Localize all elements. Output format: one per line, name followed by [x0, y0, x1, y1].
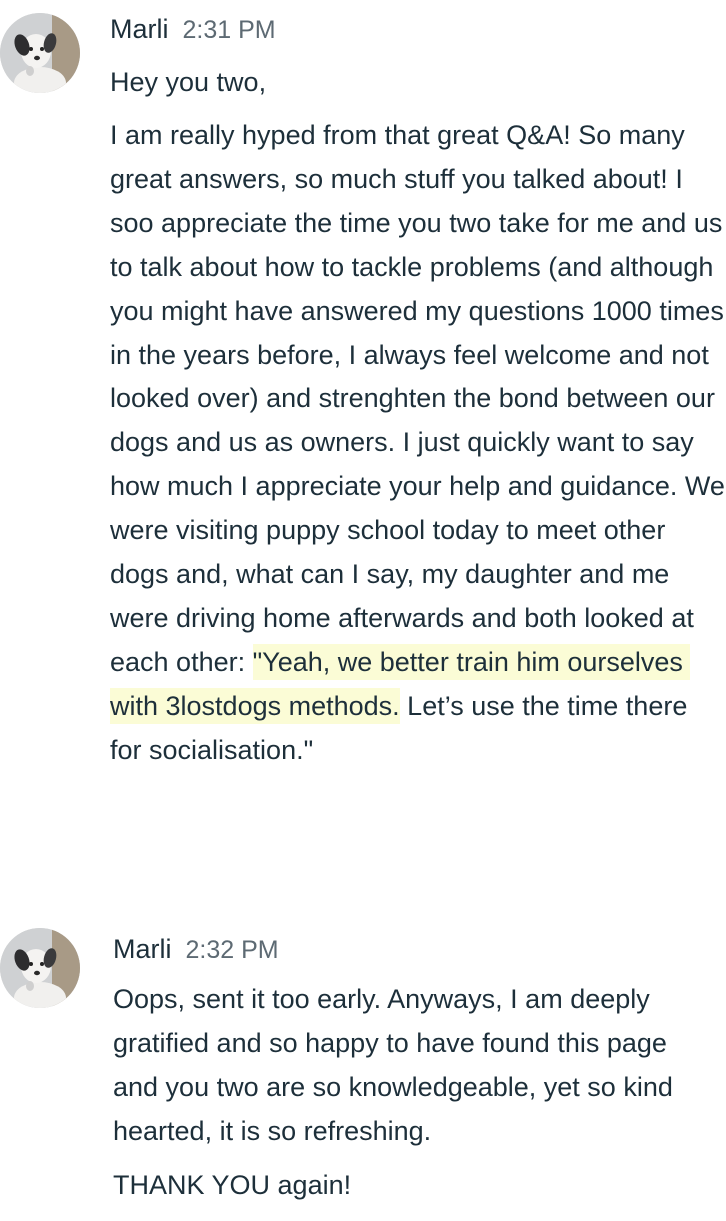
timestamp[interactable]: 2:31 PM: [183, 16, 276, 45]
message-paragraph: Oops, sent it too early. Anyways, I am d…: [113, 984, 681, 1146]
message-header: Marli 2:32 PM: [113, 934, 279, 974]
message-text: I am really hyped from that great Q&A! S…: [110, 120, 725, 677]
message-header: Marli 2:31 PM: [110, 14, 276, 54]
puppy-avatar[interactable]: [0, 928, 80, 1008]
puppy-avatar[interactable]: [0, 13, 80, 93]
puppy-avatar-image: [0, 928, 80, 1008]
author-name[interactable]: Marli: [113, 934, 172, 965]
message-paragraph: Hey you two,: [110, 67, 267, 97]
timestamp[interactable]: 2:32 PM: [186, 936, 279, 965]
author-name[interactable]: Marli: [110, 14, 169, 45]
message-paragraph: I am really hyped from that great Q&A! S…: [110, 114, 726, 773]
puppy-avatar-image: [0, 13, 80, 93]
message-paragraph: THANK YOU again!: [113, 1170, 352, 1200]
